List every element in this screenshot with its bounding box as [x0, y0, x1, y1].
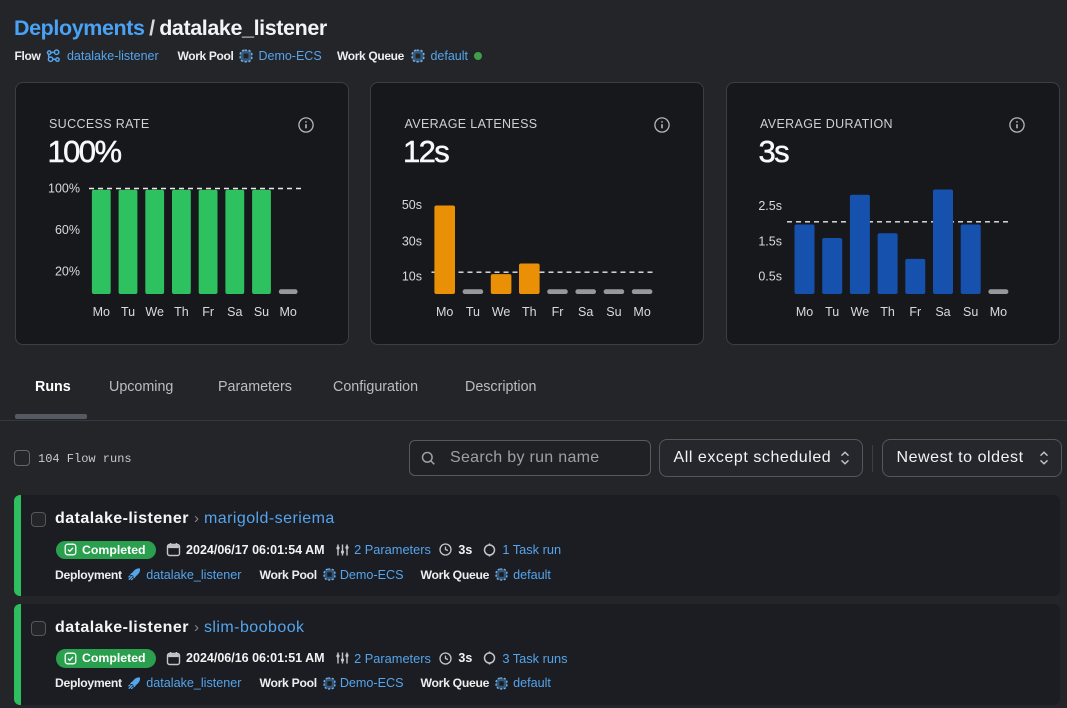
svg-text:Th: Th [174, 305, 189, 319]
svg-text:2.5s: 2.5s [758, 198, 782, 212]
svg-text:50s: 50s [402, 197, 422, 211]
svg-text:Fr: Fr [202, 305, 214, 319]
svg-text:100%: 100% [48, 181, 80, 195]
svg-text:Fr: Fr [909, 305, 921, 319]
svg-text:1.5s: 1.5s [758, 234, 782, 248]
svg-text:Tu: Tu [466, 305, 480, 319]
svg-text:Th: Th [880, 305, 895, 319]
svg-text:20%: 20% [54, 264, 79, 278]
svg-text:Mo: Mo [279, 305, 296, 319]
svg-text:Tu: Tu [825, 305, 839, 319]
svg-text:Mo: Mo [633, 305, 650, 319]
svg-text:We: We [850, 305, 869, 319]
svg-text:Mo: Mo [989, 305, 1006, 319]
svg-text:Th: Th [522, 305, 537, 319]
svg-text:Su: Su [606, 305, 621, 319]
svg-text:60%: 60% [54, 222, 79, 236]
svg-text:Su: Su [253, 305, 268, 319]
svg-text:30s: 30s [402, 234, 422, 248]
svg-text:Mo: Mo [795, 305, 812, 319]
svg-text:Mo: Mo [436, 305, 453, 319]
svg-text:Sa: Sa [578, 305, 593, 319]
svg-text:10s: 10s [402, 269, 422, 283]
svg-text:Tu: Tu [120, 305, 134, 319]
svg-text:Su: Su [963, 305, 978, 319]
svg-text:We: We [145, 305, 164, 319]
svg-text:0.5s: 0.5s [758, 269, 782, 283]
svg-text:Mo: Mo [92, 305, 109, 319]
svg-text:We: We [492, 305, 511, 319]
svg-text:Fr: Fr [552, 305, 564, 319]
svg-text:Sa: Sa [935, 305, 950, 319]
svg-text:Sa: Sa [227, 305, 242, 319]
